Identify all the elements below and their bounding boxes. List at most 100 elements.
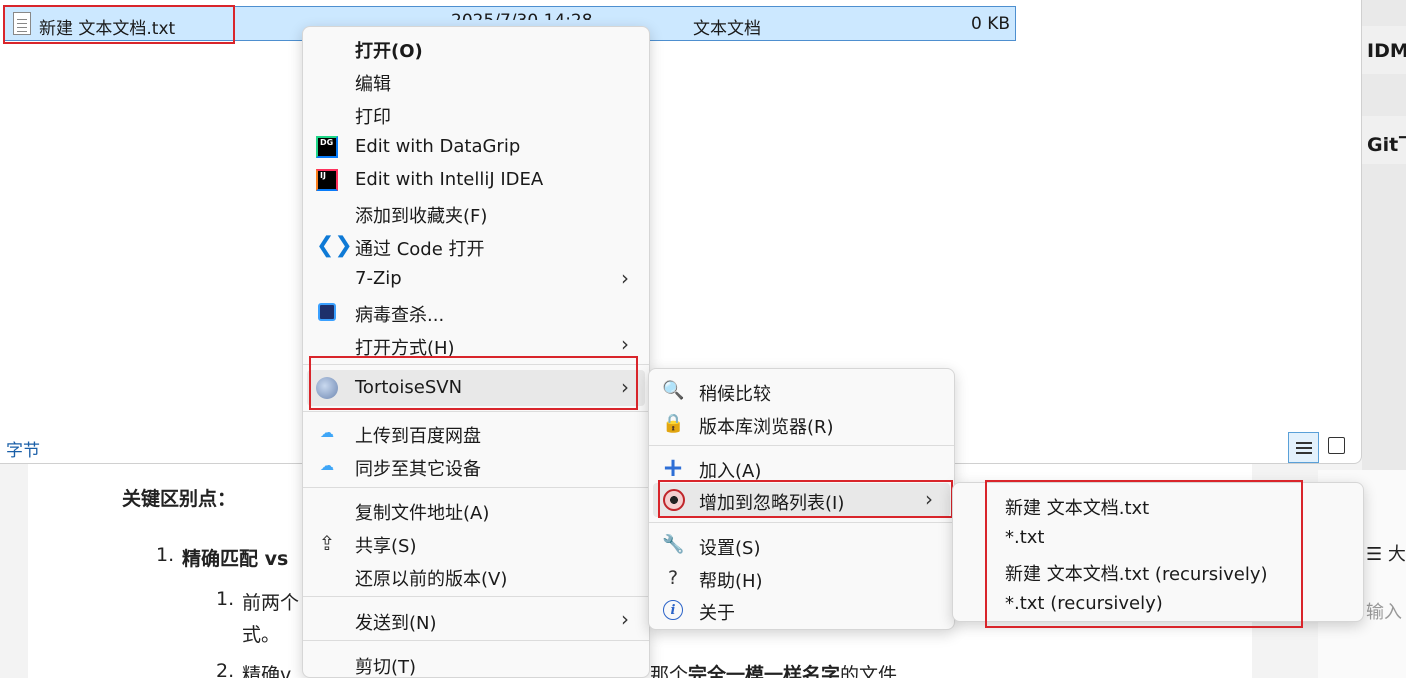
panel-input-placeholder[interactable]: 输入 [1366,598,1402,624]
menu-item-label: 加入(A) [699,461,762,482]
antivirus-icon [318,303,336,321]
svn-item-about[interactable]: i 关于 [649,593,954,626]
svn-item-diff-later[interactable]: 🔍 稍候比较 [649,374,954,407]
doc-sub2-tail: 那个完全一模一样名字的文件 [650,664,898,678]
file-type: 文本文档 [693,19,761,39]
info-icon: i [663,600,683,620]
menu-item-virus-scan[interactable]: 病毒查杀... [303,295,649,328]
menu-item-label: 病毒查杀... [355,305,445,326]
ignore-item-filename[interactable]: 新建 文本文档.txt [953,488,1363,521]
menu-item-label: 打开方式(H) [355,338,455,359]
context-menu: 打开(O) 编辑 打印 DG Edit with DataGrip IJ Edit … [302,26,650,678]
menu-item-open-vscode[interactable]: ❮❯ 通过 Code 打开 [303,229,649,262]
tortoisesvn-icon [316,377,338,399]
magnifier-icon: 🔍 [662,380,685,401]
ignore-item-extension[interactable]: *.txt [953,521,1363,554]
datagrip-icon: DG [316,136,338,158]
chevron-right-icon: › [925,487,933,511]
svn-item-repo-browser[interactable]: 🔒 版本库浏览器(R) [649,407,954,440]
menu-item-edit-intellij[interactable]: IJ Edit with IntelliJ IDEA [303,163,649,196]
menu-item-label: 复制文件地址(A) [355,503,490,524]
menu-separator [303,364,649,365]
doc-sub1-text: 前两个 [242,592,300,614]
menu-item-open-with[interactable]: 打开方式(H) › [303,328,649,361]
menu-item-label: TortoiseSVN [355,377,463,398]
menu-item-label: 上传到百度网盘 [355,426,481,447]
menu-separator [649,522,954,523]
svn-item-add-to-ignore[interactable]: 增加到忽略列表(I) › [653,483,950,517]
doc-sub2-text: 精确v [242,664,292,678]
menu-item-label: 通过 Code 打开 [355,239,485,260]
chevron-right-icon: › [621,332,629,356]
menu-item-share[interactable]: ⇪ 共享(S) [303,526,649,559]
menu-item-label: 新建 文本文档.txt (recursively) [1005,564,1268,585]
menu-item-label: 发送到(N) [355,613,437,634]
menu-item-edit[interactable]: 编辑 [303,64,649,97]
chevron-right-icon: › [621,266,629,290]
menu-separator [303,596,649,597]
doc-item1-text: 精确匹配 vs [182,548,289,570]
menu-item-cut[interactable]: 剪切(T) [303,647,649,678]
details-view-button[interactable] [1288,432,1319,463]
large-icons-view-button[interactable] [1328,437,1345,454]
menu-item-label: 7-Zip [355,268,402,289]
menu-separator [303,487,649,488]
intellij-icon: IJ [316,169,338,191]
ignore-item-extension-recursive[interactable]: *.txt (recursively) [953,587,1363,620]
svn-item-add[interactable]: + 加入(A) [649,451,954,484]
menu-item-label: 打印 [355,107,391,128]
help-icon: ? [667,567,679,589]
menu-item-label: 设置(S) [699,538,761,559]
menu-item-send-to[interactable]: 发送到(N) › [303,603,649,636]
idm-button[interactable]: IDM [1362,26,1406,74]
menu-item-sync-devices[interactable]: ☁ 同步至其它设备 [303,449,649,482]
menu-item-label: 稍候比较 [699,384,771,405]
file-name: 新建 文本文档.txt [39,19,176,39]
panel-list-icon[interactable]: ☰ 大 [1366,540,1406,566]
baidu-cloud-icon: ☁ [320,425,334,441]
menu-item-label: 还原以前的版本(V) [355,569,508,590]
menu-item-label: Edit with DataGrip [355,136,521,157]
menu-separator [303,411,649,412]
menu-item-label: 新建 文本文档.txt [1005,498,1150,519]
menu-item-label: 增加到忽略列表(I) [699,493,845,514]
menu-item-label: 共享(S) [355,536,417,557]
menu-item-label: Edit with IntelliJ IDEA [355,169,544,190]
tortoisesvn-submenu: 🔍 稍候比较 🔒 版本库浏览器(R) + 加入(A) 增加到忽略列表(I) › 🔧 设置(… [648,368,955,630]
menu-item-tortoisesvn[interactable]: TortoiseSVN › [307,370,645,406]
doc-heading: 关键区别点： [122,488,237,510]
menu-item-restore-versions[interactable]: 还原以前的版本(V) [303,559,649,592]
ignore-icon [663,489,685,511]
menu-item-label: 关于 [699,603,735,624]
menu-item-label: 编辑 [355,74,391,95]
doc-item1-number: 1. [156,544,175,566]
menu-separator [649,445,954,446]
menu-item-7zip[interactable]: 7-Zip › [303,262,649,295]
menu-item-copy-path[interactable]: 复制文件地址(A) [303,493,649,526]
menu-item-open[interactable]: 打开(O) [303,31,649,64]
ignore-list-submenu: 新建 文本文档.txt *.txt 新建 文本文档.txt (recursive… [952,482,1364,622]
menu-item-label: 版本库浏览器(R) [699,417,834,438]
menu-item-label: 打开(O) [355,41,423,62]
svn-item-settings[interactable]: 🔧 设置(S) [649,528,954,561]
status-bar-text: 字节 [6,441,40,461]
menu-item-edit-datagrip[interactable]: DG Edit with DataGrip [303,130,649,163]
repo-browser-icon: 🔒 [662,413,685,434]
vscode-icon: ❮❯ [316,233,353,258]
menu-item-label: *.txt (recursively) [1005,593,1163,614]
wrench-icon: 🔧 [662,534,685,555]
chevron-right-icon: › [621,607,629,631]
baidu-sync-icon: ☁ [320,458,334,474]
text-file-icon [13,12,31,35]
menu-item-print[interactable]: 打印 [303,97,649,130]
menu-item-label: 帮助(H) [699,571,763,592]
svn-item-help[interactable]: ? 帮助(H) [649,561,954,594]
menu-separator [303,640,649,641]
menu-item-label: 同步至其它设备 [355,459,481,480]
doc-sub1-continuation: 式。 [242,624,281,646]
ignore-item-filename-recursive[interactable]: 新建 文本文档.txt (recursively) [953,554,1363,587]
git-button[interactable]: Git下 [1362,116,1406,164]
menu-item-upload-baidu[interactable]: ☁ 上传到百度网盘 [303,416,649,449]
menu-item-add-favorites[interactable]: 添加到收藏夹(F) [303,196,649,229]
menu-item-label: 剪切(T) [355,657,417,678]
